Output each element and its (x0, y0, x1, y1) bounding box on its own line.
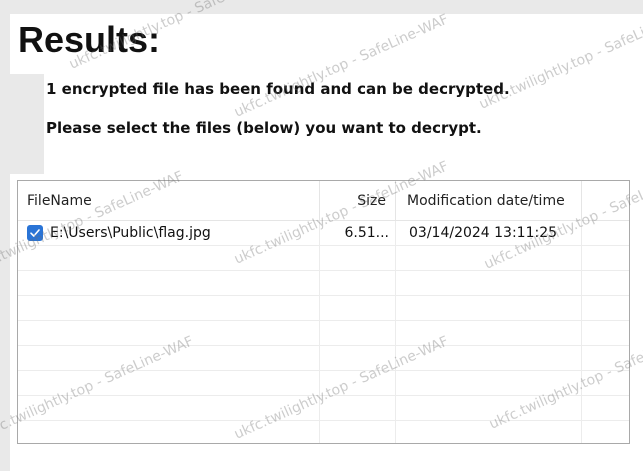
empty-cell (396, 246, 582, 271)
empty-cell (18, 346, 320, 371)
table-row-empty (18, 396, 629, 421)
table-row-empty (18, 346, 629, 371)
empty-cell (320, 346, 396, 371)
empty-cell (582, 346, 629, 371)
filename-cell: E:\Users\Public\flag.jpg (18, 221, 320, 246)
empty-cell (582, 271, 629, 296)
column-header-size[interactable]: Size (320, 181, 396, 221)
found-message: 1 encrypted file has been found and can … (46, 80, 510, 98)
empty-cell (396, 371, 582, 396)
empty-cell (320, 271, 396, 296)
file-name: E:\Users\Public\flag.jpg (50, 225, 211, 241)
empty-cell (582, 421, 629, 443)
empty-cell (18, 296, 320, 321)
empty-cell (396, 296, 582, 321)
empty-cell (396, 321, 582, 346)
column-header-empty[interactable] (582, 181, 629, 221)
table-row[interactable]: E:\Users\Public\flag.jpg 6.51... 03/14/2… (18, 221, 629, 246)
empty-cell (396, 346, 582, 371)
empty-cell (18, 321, 320, 346)
column-header-filename[interactable]: FileName (18, 181, 320, 221)
column-header-modified[interactable]: Modification date/time (396, 181, 582, 221)
empty-cell (320, 321, 396, 346)
table-row-empty (18, 246, 629, 271)
file-list-rows: E:\Users\Public\flag.jpg 6.51... 03/14/2… (18, 221, 629, 443)
empty-cell (396, 396, 582, 421)
file-list[interactable]: FileName Size Modification date/time E:\… (17, 180, 630, 444)
file-modified: 03/14/2024 13:11:25 (396, 221, 582, 246)
file-checkbox[interactable] (27, 225, 43, 241)
table-row-empty (18, 421, 629, 443)
empty-cell (320, 371, 396, 396)
results-window: Results: 1 encrypted file has been found… (0, 0, 643, 471)
empty-cell (582, 396, 629, 421)
empty-cell (18, 396, 320, 421)
empty-cell (320, 296, 396, 321)
empty-cell (582, 246, 629, 271)
empty-cell (396, 421, 582, 443)
empty-cell (320, 421, 396, 443)
table-row-empty (18, 271, 629, 296)
select-instruction: Please select the files (below) you want… (46, 119, 482, 137)
extra-cell (582, 221, 629, 246)
empty-cell (582, 371, 629, 396)
file-list-header: FileName Size Modification date/time (18, 181, 629, 221)
checkmark-icon (30, 229, 40, 237)
empty-cell (582, 321, 629, 346)
table-row-empty (18, 371, 629, 396)
left-strip (10, 74, 44, 174)
empty-cell (18, 271, 320, 296)
results-title: Results: (18, 19, 161, 60)
file-size: 6.51... (320, 221, 396, 246)
table-row-empty (18, 296, 629, 321)
empty-cell (320, 396, 396, 421)
empty-cell (320, 246, 396, 271)
empty-cell (18, 421, 320, 443)
empty-cell (18, 371, 320, 396)
table-row-empty (18, 321, 629, 346)
empty-cell (18, 246, 320, 271)
empty-cell (582, 296, 629, 321)
empty-cell (396, 271, 582, 296)
